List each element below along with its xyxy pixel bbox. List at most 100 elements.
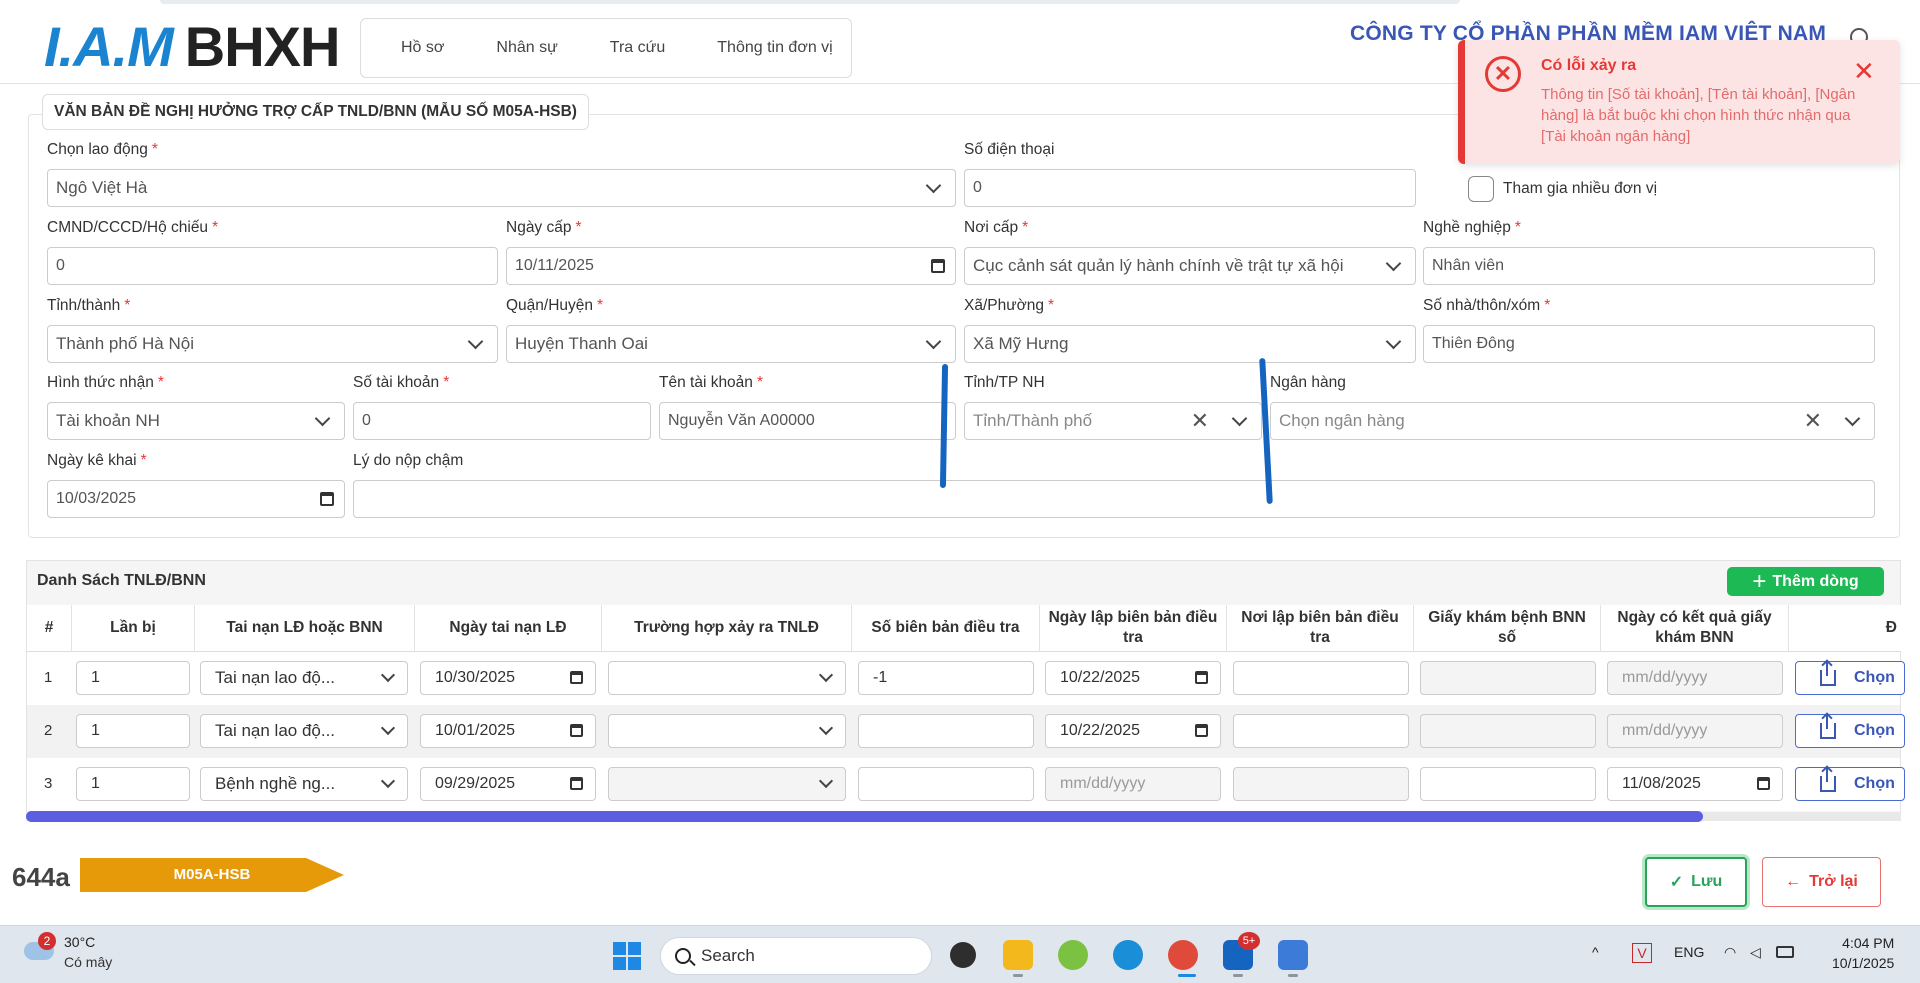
- app-green-icon[interactable]: [1058, 940, 1088, 970]
- date-ngay-tai-nan[interactable]: 09/29/2025: [420, 767, 596, 801]
- weather-temp[interactable]: 30°C: [64, 934, 95, 950]
- horizontal-scrollbar-thumb[interactable]: [26, 811, 1703, 822]
- select-xa-phuong[interactable]: Xã Mỹ Hưng: [964, 325, 1416, 363]
- select-tinh-tp-nh[interactable]: Tỉnh/Thành phố ✕: [964, 402, 1262, 440]
- volume-icon[interactable]: ◁: [1750, 944, 1761, 961]
- select-loai[interactable]: Tai nạn lao độ...: [200, 714, 408, 748]
- value: 0: [362, 412, 371, 429]
- input-giay-kham[interactable]: [1420, 767, 1596, 801]
- date-ngay-lap[interactable]: mm/dd/yyyy: [1045, 767, 1221, 801]
- battery-icon[interactable]: [1776, 946, 1794, 958]
- input-so-dien-thoai[interactable]: 0: [964, 169, 1416, 207]
- back-button[interactable]: ← Trở lại: [1762, 857, 1881, 907]
- date-ngay-lap[interactable]: 10/22/2025: [1045, 661, 1221, 695]
- input-ly-do[interactable]: [353, 480, 1875, 518]
- select-truong-hop[interactable]: [608, 767, 846, 801]
- photos-icon[interactable]: [1278, 940, 1308, 970]
- wifi-icon[interactable]: ◠: [1724, 944, 1736, 961]
- select-truong-hop[interactable]: [608, 661, 846, 695]
- nav-thong-tin-don-vi[interactable]: Thông tin đơn vị: [717, 39, 832, 57]
- date-ngay-kq[interactable]: 11/08/2025: [1607, 767, 1783, 801]
- date-ngay-kq[interactable]: mm/dd/yyyy: [1607, 714, 1783, 748]
- input-so-bien-ban[interactable]: [858, 714, 1034, 748]
- select-ngan-hang[interactable]: Chọn ngân hàng ✕: [1270, 402, 1875, 440]
- date-ngay-ke-khai[interactable]: 10/03/2025: [47, 480, 345, 518]
- select-loai[interactable]: Bệnh nghề ng...: [200, 767, 408, 801]
- nav-tra-cuu[interactable]: Tra cứu: [610, 39, 665, 57]
- chrome-icon[interactable]: [1168, 940, 1198, 970]
- select-tinh-thanh[interactable]: Thành phố Hà Nội: [47, 325, 498, 363]
- calendar-icon[interactable]: [570, 671, 583, 684]
- weather-condition[interactable]: Có mây: [64, 954, 112, 970]
- input-so-nha[interactable]: Thiên Đông: [1423, 325, 1875, 363]
- input-so-bien-ban[interactable]: [858, 767, 1034, 801]
- nav-ho-so[interactable]: Hồ sơ: [401, 39, 444, 57]
- calendar-icon[interactable]: [931, 259, 945, 273]
- select-truong-hop[interactable]: [608, 714, 846, 748]
- input-ten-tai-khoan[interactable]: Nguyễn Văn A00000: [659, 402, 956, 440]
- language-indicator[interactable]: ENG: [1674, 944, 1704, 960]
- calendar-icon[interactable]: [1195, 671, 1208, 684]
- date-ngay-tai-nan[interactable]: 10/30/2025: [420, 661, 596, 695]
- calendar-icon[interactable]: [570, 724, 583, 737]
- date-ngay-lap[interactable]: 10/22/2025: [1045, 714, 1221, 748]
- placeholder: mm/dd/yyyy: [1622, 669, 1708, 686]
- input-noi-lap[interactable]: [1233, 661, 1409, 695]
- label-nghe-nghiep: Nghề nghiệp *: [1423, 219, 1521, 236]
- tray-app-icon[interactable]: V: [1632, 943, 1652, 963]
- input-giay-kham[interactable]: [1420, 714, 1596, 748]
- edge-icon[interactable]: [1113, 940, 1143, 970]
- calendar-icon[interactable]: [570, 777, 583, 790]
- clear-icon[interactable]: ✕: [1191, 408, 1209, 434]
- file-explorer-icon[interactable]: [1003, 940, 1033, 970]
- select-hinh-thuc-nhan[interactable]: Tài khoản NH: [47, 402, 345, 440]
- date-ngay-tai-nan[interactable]: 10/01/2025: [420, 714, 596, 748]
- checkbox-tham-gia[interactable]: [1468, 176, 1494, 202]
- choose-file-button[interactable]: Chọn: [1795, 767, 1905, 801]
- select-quan-huyen[interactable]: Huyện Thanh Oai: [506, 325, 956, 363]
- input-noi-lap[interactable]: [1233, 714, 1409, 748]
- select-loai[interactable]: Tai nạn lao độ...: [200, 661, 408, 695]
- label-chon-lao-dong: Chọn lao động *: [47, 141, 158, 158]
- select-noi-cap[interactable]: Cục cảnh sát quản lý hành chính về trật …: [964, 247, 1416, 285]
- taskbar-clock[interactable]: 4:04 PM 10/1/2025: [1832, 933, 1894, 973]
- select-chon-lao-dong[interactable]: Ngô Việt Hà: [47, 169, 956, 207]
- windows-start-icon[interactable]: [613, 942, 641, 970]
- input-giay-kham[interactable]: [1420, 661, 1596, 695]
- input-lan-bi[interactable]: 1: [76, 661, 190, 695]
- date-ngay-kq[interactable]: mm/dd/yyyy: [1607, 661, 1783, 695]
- date-ngay-cap[interactable]: 10/11/2025: [506, 247, 956, 285]
- nav-nhan-su[interactable]: Nhân sự: [496, 39, 557, 57]
- table-title: Danh Sách TNLĐ/BNN: [37, 572, 206, 589]
- tray-chevron-icon[interactable]: ^: [1592, 944, 1599, 960]
- calendar-icon[interactable]: [320, 492, 334, 506]
- value: Huyện Thanh Oai: [515, 334, 648, 353]
- close-icon[interactable]: ✕: [1853, 58, 1875, 84]
- input-lan-bi[interactable]: 1: [76, 714, 190, 748]
- toast-message: Thông tin [Số tài khoản], [Tên tài khoản…: [1541, 86, 1856, 145]
- chevron-down-icon: [1844, 410, 1861, 427]
- clear-icon[interactable]: ✕: [1804, 408, 1822, 434]
- placeholder: mm/dd/yyyy: [1622, 722, 1708, 739]
- choose-file-button[interactable]: Chọn: [1795, 714, 1905, 748]
- input-so-bien-ban[interactable]: -1: [858, 661, 1034, 695]
- input-lan-bi[interactable]: 1: [76, 767, 190, 801]
- calendar-icon[interactable]: [1195, 724, 1208, 737]
- col-ngay-tai-nan: Ngày tai nạn LĐ: [415, 605, 602, 652]
- back-label: Trở lại: [1809, 873, 1858, 890]
- calendar-icon[interactable]: [1757, 777, 1770, 790]
- col-lan-bi: Lần bị: [72, 605, 195, 652]
- app-mongodb-icon[interactable]: [950, 942, 976, 968]
- taskbar-search[interactable]: Search: [660, 937, 932, 975]
- value: 11/08/2025: [1622, 775, 1701, 792]
- input-noi-lap[interactable]: [1233, 767, 1409, 801]
- input-cmnd[interactable]: 0: [47, 247, 498, 285]
- save-button[interactable]: ✓ Lưu: [1645, 857, 1747, 907]
- add-row-button[interactable]: + Thêm dòng: [1727, 567, 1884, 596]
- value: Ngô Việt Hà: [56, 178, 148, 197]
- value: 10/22/2025: [1060, 669, 1141, 686]
- input-nghe-nghiep[interactable]: Nhân viên: [1423, 247, 1875, 285]
- input-so-tai-khoan[interactable]: 0: [353, 402, 651, 440]
- choose-file-button[interactable]: Chọn: [1795, 661, 1905, 695]
- app-logo[interactable]: I.A.M BHXH: [44, 15, 340, 78]
